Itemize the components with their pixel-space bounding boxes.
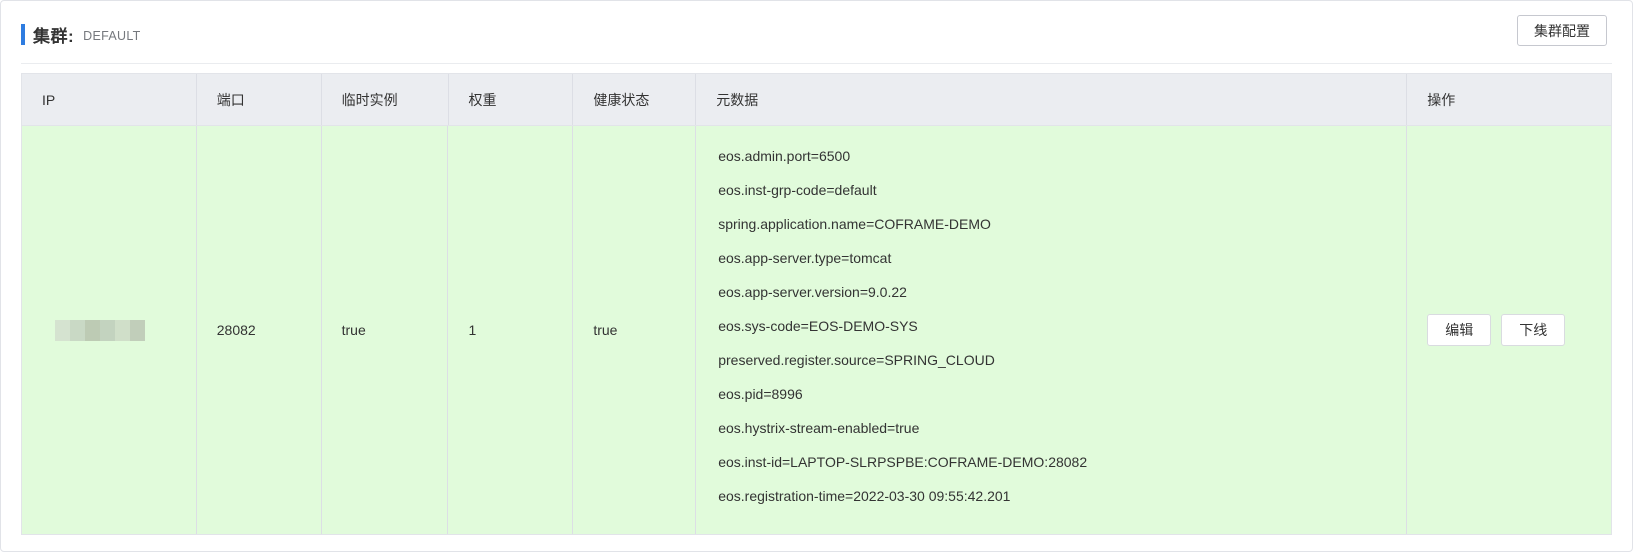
metadata-line: eos.registration-time=2022-03-30 09:55:4… (718, 479, 1386, 513)
column-header-ephemeral: 临时实例 (322, 74, 449, 125)
ephemeral-cell: true (322, 126, 449, 534)
metadata-line: eos.app-server.version=9.0.22 (718, 275, 1386, 309)
metadata-line: eos.hystrix-stream-enabled=true (718, 411, 1386, 445)
table-header-row: IP 端口 临时实例 权重 健康状态 元数据 操作 (22, 74, 1611, 126)
metadata-line: preserved.register.source=SPRING_CLOUD (718, 343, 1386, 377)
healthy-cell: true (573, 126, 696, 534)
port-cell: 28082 (197, 126, 322, 534)
metadata-line: eos.inst-grp-code=default (718, 173, 1386, 207)
edit-instance-button[interactable]: 编辑 (1427, 314, 1491, 346)
cluster-name: DEFAULT (83, 26, 140, 43)
metadata-cell: eos.admin.port=6500 eos.inst-grp-code=de… (696, 126, 1407, 534)
column-header-healthy: 健康状态 (573, 74, 696, 125)
redaction-tile (85, 320, 100, 341)
metadata-line: eos.sys-code=EOS-DEMO-SYS (718, 309, 1386, 343)
offline-instance-button[interactable]: 下线 (1501, 314, 1565, 346)
ip-cell (22, 126, 197, 534)
instance-row: 28082 true 1 true eos.admin.port=6500 eo… (22, 126, 1611, 534)
metadata-line: eos.admin.port=6500 (718, 139, 1386, 173)
section-title: 集群: (33, 22, 74, 47)
cluster-panel: 集群: DEFAULT 集群配置 IP 端口 临时实例 权重 健康状态 元数据 … (0, 0, 1633, 552)
actions-cell: 编辑 下线 (1407, 126, 1611, 534)
column-header-weight: 权重 (449, 74, 574, 125)
redaction-tile (115, 320, 130, 341)
metadata-line: eos.pid=8996 (718, 377, 1386, 411)
redaction-tile (100, 320, 115, 341)
redaction-tile (55, 320, 70, 341)
metadata-line: eos.app-server.type=tomcat (718, 241, 1386, 275)
instances-table: IP 端口 临时实例 权重 健康状态 元数据 操作 28082 true 1 t… (21, 73, 1612, 535)
redaction-tile (130, 320, 145, 341)
redacted-ip-blur (55, 320, 145, 341)
weight-cell: 1 (448, 126, 573, 534)
column-header-metadata: 元数据 (696, 74, 1407, 125)
panel-header: 集群: DEFAULT 集群配置 (21, 1, 1612, 64)
metadata-line: spring.application.name=COFRAME-DEMO (718, 207, 1386, 241)
column-header-ip: IP (22, 74, 197, 125)
metadata-line: eos.inst-id=LAPTOP-SLRPSPBE:COFRAME-DEMO… (718, 445, 1386, 479)
column-header-actions: 操作 (1407, 74, 1611, 125)
title-accent-bar (21, 24, 25, 45)
cluster-config-button[interactable]: 集群配置 (1517, 15, 1607, 46)
column-header-port: 端口 (197, 74, 322, 125)
redaction-tile (70, 320, 85, 341)
